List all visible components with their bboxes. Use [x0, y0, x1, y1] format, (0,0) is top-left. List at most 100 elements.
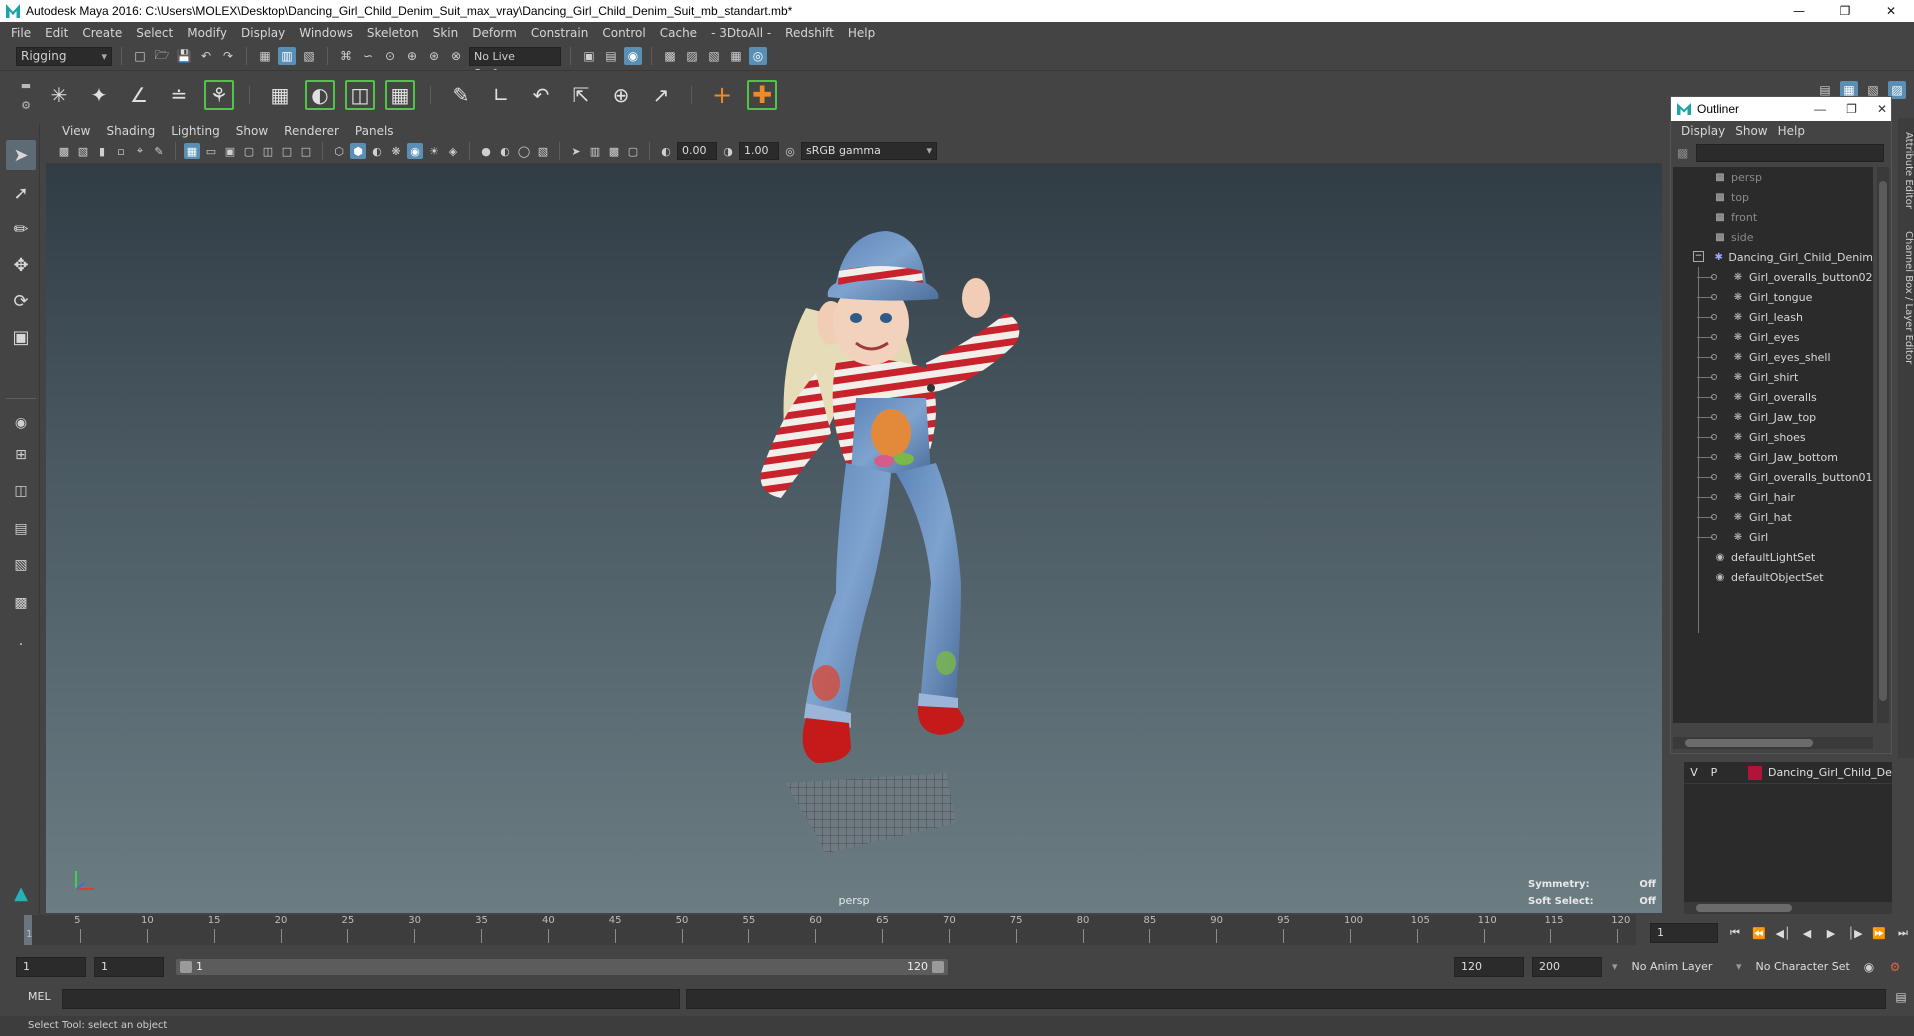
redo-icon[interactable]: ↷: [219, 47, 237, 65]
outliner-group-item[interactable]: − ✱ Dancing_Girl_Child_Denim: [1673, 247, 1873, 267]
menu-control[interactable]: Control: [595, 26, 652, 40]
select-by-hierarchy-icon[interactable]: ▦: [256, 47, 274, 65]
outliner-menu-show[interactable]: Show: [1731, 124, 1773, 138]
save-scene-icon[interactable]: 💾: [175, 47, 193, 65]
depth-of-field-icon[interactable]: ◯: [516, 143, 532, 159]
play-backwards-button[interactable]: ◀: [1798, 922, 1816, 944]
animation-preferences-icon[interactable]: ⚙: [1886, 958, 1904, 976]
outliner-item[interactable]: ❋ Girl_hat: [1673, 507, 1873, 527]
insert-joint-icon[interactable]: ✦: [84, 80, 114, 110]
snap-to-grid-icon[interactable]: ⌘: [337, 47, 355, 65]
exposure-field[interactable]: 0.00: [677, 142, 717, 160]
hypershade-icon[interactable]: ◎: [749, 47, 767, 65]
menu-3dtoall[interactable]: - 3DtoAll -: [704, 26, 778, 40]
script-language-toggle[interactable]: MEL: [28, 990, 51, 1003]
menu-display[interactable]: Display: [234, 26, 292, 40]
outliner-item[interactable]: ❋ Girl_shirt: [1673, 367, 1873, 387]
character-set-dropdown[interactable]: ▾ No Character Set: [1736, 957, 1876, 977]
resolution-gate-icon[interactable]: ▣: [222, 143, 238, 159]
bookmark-icon[interactable]: ▮: [94, 143, 110, 159]
select-by-object-icon[interactable]: ▥: [278, 47, 296, 65]
outliner-title-bar[interactable]: Outliner — ❐ ✕: [1671, 97, 1891, 121]
construction-history-icon[interactable]: ◉: [624, 47, 642, 65]
perspective-viewport[interactable]: persp Symmetry: Off Soft Select: Off: [46, 163, 1662, 913]
panel-menu-panels[interactable]: Panels: [347, 124, 402, 138]
gamma-icon[interactable]: ◑: [720, 143, 736, 159]
outliner-close-button[interactable]: ✕: [1877, 97, 1887, 121]
script-editor-icon[interactable]: ▤: [1892, 990, 1910, 1008]
menu-deform[interactable]: Deform: [465, 26, 524, 40]
select-by-component-icon[interactable]: ▧: [300, 47, 318, 65]
ik-handle-icon[interactable]: ∠: [124, 80, 154, 110]
bind-skin-icon[interactable]: ▦: [265, 80, 295, 110]
use-all-lights-icon[interactable]: ◉: [407, 143, 423, 159]
wireframe-icon[interactable]: ⬡: [331, 143, 347, 159]
auto-key-icon[interactable]: ◉: [1860, 958, 1878, 976]
outliner-item[interactable]: ▩ persp: [1673, 167, 1873, 187]
color-management-icon[interactable]: ◎: [782, 143, 798, 159]
step-back-key-button[interactable]: ⏪: [1750, 922, 1768, 944]
scrollbar-thumb[interactable]: [1696, 904, 1792, 912]
image-plane-icon[interactable]: ▫: [113, 143, 129, 159]
menu-constrain[interactable]: Constrain: [524, 26, 596, 40]
scrollbar-thumb[interactable]: [1685, 739, 1813, 747]
wireframe-on-shaded-icon[interactable]: ◐: [369, 143, 385, 159]
render-frame-icon[interactable]: ▨: [683, 47, 701, 65]
panel-menu-lighting[interactable]: Lighting: [163, 124, 228, 138]
layer-visibility-toggle[interactable]: V: [1684, 766, 1704, 779]
undo-icon[interactable]: ↶: [197, 47, 215, 65]
step-back-frame-button[interactable]: ◀│: [1774, 922, 1792, 944]
paint-select-tool-icon[interactable]: ✏: [6, 214, 36, 244]
joint-tool-icon[interactable]: ✳: [44, 80, 74, 110]
menu-help[interactable]: Help: [841, 26, 882, 40]
menu-modify[interactable]: Modify: [180, 26, 234, 40]
menu-cache[interactable]: Cache: [653, 26, 704, 40]
custom-layout-icon[interactable]: ·: [6, 632, 36, 658]
time-slider[interactable]: 1 5 10 15 20 25 30 35 40 45 50 55 60 65 70 75 80 85 90 95 1…: [24, 915, 1636, 945]
safe-title-icon[interactable]: □: [298, 143, 314, 159]
film-gate-icon[interactable]: ▭: [203, 143, 219, 159]
outliner-item[interactable]: ❋ Girl_shoes: [1673, 427, 1873, 447]
anim-layer-dropdown[interactable]: ▾ No Anim Layer: [1612, 957, 1748, 977]
smooth-shade-icon[interactable]: ⬢: [350, 143, 366, 159]
shelf-settings-icon[interactable]: ⚙: [21, 99, 31, 112]
xray-components-icon[interactable]: ▩: [606, 143, 622, 159]
cluster-handle-icon[interactable]: ✚: [747, 80, 777, 110]
xray-joints-icon[interactable]: ▥: [587, 143, 603, 159]
outliner-item[interactable]: ▩ top: [1673, 187, 1873, 207]
snap-to-curve-icon[interactable]: ∽: [359, 47, 377, 65]
backface-culling-icon[interactable]: ▢: [625, 143, 641, 159]
display-layer-row[interactable]: V P Dancing_Girl_Child_De: [1684, 762, 1892, 784]
lattice-deformer-icon[interactable]: ◫: [345, 80, 375, 110]
go-to-end-button[interactable]: ⏭: [1894, 922, 1912, 944]
select-tool-icon[interactable]: ➤: [6, 140, 36, 170]
parent-constraint-icon[interactable]: ✎: [446, 80, 476, 110]
multisample-aa-icon[interactable]: ◐: [497, 143, 513, 159]
persp-hypershade-layout-icon[interactable]: ▧: [6, 552, 36, 578]
point-constraint-icon[interactable]: ∟: [486, 80, 516, 110]
playback-start-field[interactable]: 1: [94, 957, 164, 977]
field-chart-icon[interactable]: ◫: [260, 143, 276, 159]
outliner-item[interactable]: ▩ front: [1673, 207, 1873, 227]
motion-blur-icon[interactable]: ●: [478, 143, 494, 159]
play-forwards-button[interactable]: ▶: [1822, 922, 1840, 944]
menu-create[interactable]: Create: [75, 26, 129, 40]
menu-edit[interactable]: Edit: [38, 26, 75, 40]
collapse-toggle[interactable]: −: [1693, 251, 1704, 262]
view-transform-dropdown[interactable]: sRGB gamma: [801, 142, 937, 160]
outliner-item[interactable]: ❋ Girl_eyes_shell: [1673, 347, 1873, 367]
lasso-tool-icon[interactable]: ➚: [6, 178, 36, 208]
menuset-dropdown[interactable]: Rigging: [16, 46, 112, 66]
step-forward-frame-button[interactable]: │▶: [1846, 922, 1864, 944]
restore-button[interactable]: ❐: [1822, 0, 1868, 22]
outliner-item[interactable]: ❋ Girl_overalls: [1673, 387, 1873, 407]
outliner-item[interactable]: ◉ defaultLightSet: [1673, 547, 1873, 567]
outliner-item[interactable]: ❋ Girl: [1673, 527, 1873, 547]
filter-icon[interactable]: ▩: [1677, 146, 1688, 160]
tab-channel-box-layer-editor[interactable]: Channel Box / Layer Editor: [1898, 218, 1914, 378]
menu-file[interactable]: File: [4, 26, 38, 40]
rotate-tool-icon[interactable]: ⟳: [6, 286, 36, 316]
skeleton-group-icon[interactable]: ⚘: [204, 80, 234, 110]
menu-redshift[interactable]: Redshift: [778, 26, 841, 40]
render-settings-icon[interactable]: ▦: [727, 47, 745, 65]
